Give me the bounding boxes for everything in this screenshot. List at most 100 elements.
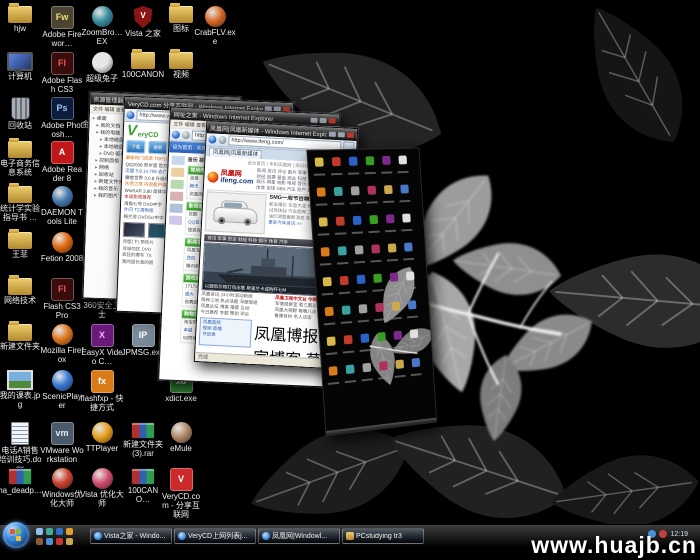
desktop-icon-ScenicPlayer[interactable]: ScenicPlayer xyxy=(40,370,84,410)
maximize-button[interactable] xyxy=(338,132,345,137)
taskbar-button[interactable]: PCstudying tr3 xyxy=(342,528,424,544)
back-button[interactable] xyxy=(172,131,180,139)
desktop-icon-Fetion 2008[interactable]: Fetion 2008 xyxy=(40,232,84,263)
mini-icon-glyph xyxy=(322,277,331,287)
back-button[interactable] xyxy=(208,135,216,143)
search-button[interactable]: 搜索 xyxy=(148,141,167,155)
mini-icon-label xyxy=(369,231,380,234)
mini-icon xyxy=(379,181,397,211)
ifeng-logo[interactable]: 凤凰网 ifeng.com xyxy=(207,169,254,185)
desktop-icon-我的课表.jpg[interactable]: 我的课表.jpg xyxy=(0,370,42,409)
desktop-icon-ZoomBro…EX[interactable]: ZoomBro…EX xyxy=(80,6,124,46)
minimize-button[interactable] xyxy=(311,117,318,122)
desktop-icon-eMule[interactable]: eMule xyxy=(159,422,203,453)
taskbar-button[interactable]: Vista之家 - Windo... xyxy=(90,528,172,544)
mini-icon-label xyxy=(383,201,394,203)
quick-launch-icon[interactable] xyxy=(66,528,73,535)
folder-icon xyxy=(8,186,32,203)
desktop-icon-计算机[interactable]: 计算机 xyxy=(0,52,42,81)
picture-icon xyxy=(7,370,33,390)
video-link[interactable]: 节目表 xyxy=(202,331,248,339)
mini-icon xyxy=(344,153,363,183)
orb-icon xyxy=(92,52,113,73)
desktop-icon-网络技术[interactable]: 网络技术 xyxy=(0,278,42,305)
desktop-icon-超级兔子[interactable]: 超级兔子 xyxy=(80,52,124,83)
icon-label: 我的课表.jpg xyxy=(0,391,42,409)
desktop-icon-统计学实验指导书 …[interactable]: 统计学实验指导书 … xyxy=(0,186,42,222)
maximize-button[interactable] xyxy=(319,117,326,122)
download-button[interactable]: 下载 xyxy=(126,140,145,154)
mini-icon-glyph xyxy=(409,329,418,338)
desktop-icon-Adobe Photosh…[interactable]: PsAdobe Photosh… xyxy=(40,97,84,139)
mini-icon-glyph xyxy=(328,366,337,376)
close-button[interactable] xyxy=(347,132,354,137)
app-icon: IP xyxy=(132,324,155,347)
desktop-icon-hjw[interactable]: hjw xyxy=(0,6,42,33)
mini-icon-label xyxy=(403,258,414,261)
mini-icon xyxy=(377,152,395,182)
back-button[interactable] xyxy=(126,111,134,119)
desktop-icon-Adobe Flash CS3[interactable]: FlAdobe Flash CS3 xyxy=(40,52,84,94)
taskbar-button[interactable]: 凤凰网|Windowl... xyxy=(258,528,340,544)
desktop-icon-电话A销售培训技巧.docx[interactable]: 电话A销售培训技巧.docx xyxy=(0,422,42,474)
mini-icon-label xyxy=(376,347,387,350)
close-button[interactable] xyxy=(328,118,335,123)
mini-icon xyxy=(320,302,339,333)
desktop-icon-TTPlayer[interactable]: TTPlayer xyxy=(80,422,124,453)
minimize-button[interactable] xyxy=(329,131,336,136)
mini-icon-glyph xyxy=(393,331,402,340)
desktop-icon-Adobe Reader 8[interactable]: AAdobe Reader 8 xyxy=(40,141,84,183)
taskbar-button[interactable]: VeryCD上网列表j... xyxy=(174,528,256,544)
desktop-icon-回收站[interactable]: 回收站 xyxy=(0,97,42,130)
forward-button[interactable] xyxy=(218,136,226,144)
folder-icon xyxy=(8,278,32,295)
mini-icon xyxy=(383,239,401,269)
quick-launch-icon[interactable] xyxy=(36,528,43,535)
desktop-icon-VeryCD.com - 分享互联网[interactable]: VVeryCD.com - 分享互联网 xyxy=(159,468,203,520)
mini-icon xyxy=(361,152,380,182)
quick-launch-icon[interactable] xyxy=(56,528,63,535)
desktop-icon-Mozilla Firefox[interactable]: Mozilla Firefox xyxy=(40,324,84,364)
car-photo[interactable] xyxy=(205,191,267,234)
video-box[interactable]: 凤凰宽频视频 直播节目表 xyxy=(199,317,252,348)
desktop-preview-card[interactable] xyxy=(306,147,437,436)
start-button[interactable] xyxy=(3,522,29,548)
news-links-left[interactable]: 凤凰资讯 24小时滚动新闻两岸三地 热点话题 深度报道凤凰论坛 博客 播客 互动… xyxy=(200,291,271,319)
forward-button[interactable] xyxy=(182,131,190,139)
quick-launch-icon[interactable] xyxy=(46,528,53,535)
quick-launch-icon[interactable] xyxy=(66,538,73,545)
desktop-icon-ha_deadp…[interactable]: ha_deadp… xyxy=(0,468,42,495)
mini-icon-glyph xyxy=(383,185,392,194)
desktop-icon-Windows优化大师[interactable]: Windows优化大师 xyxy=(40,468,84,508)
icon-label: eMule xyxy=(159,444,203,453)
desktop-icon-新建文件夹[interactable]: 新建文件夹 xyxy=(0,324,42,351)
mini-icon-label xyxy=(331,173,342,175)
quick-launch-icon[interactable] xyxy=(56,538,63,545)
taskbar-button-label: Vista之家 - Windo... xyxy=(104,531,165,541)
mini-icon-glyph xyxy=(333,187,342,196)
desktop-icon-Vista 优化大师[interactable]: Vista 优化大师 xyxy=(80,468,124,508)
mini-icon xyxy=(396,181,414,211)
mini-icon xyxy=(356,329,375,360)
app-icon: X xyxy=(91,324,114,347)
mini-icon-label xyxy=(389,288,400,291)
desktop-icon-视频[interactable]: 视频 xyxy=(159,52,203,79)
desktop-icon-DAEMON Tools Lite[interactable]: DAEMON Tools Lite xyxy=(40,186,84,226)
desktop-icon-flashfxp - 快捷方式[interactable]: fxflashfxp - 快捷方式 xyxy=(80,370,124,412)
quick-launch-icon[interactable] xyxy=(46,538,53,545)
mini-icon-glyph xyxy=(324,307,333,317)
app-icon: A xyxy=(51,141,74,164)
mini-icon-glyph xyxy=(335,217,344,226)
desktop-icon-Adobe Firewor…[interactable]: FwAdobe Firewor… xyxy=(40,6,84,48)
desktop-icon-王菲[interactable]: 王菲 xyxy=(0,232,42,259)
mini-icon-label xyxy=(333,203,344,205)
thumbnail[interactable] xyxy=(123,222,146,238)
app-icon: Ps xyxy=(51,97,74,120)
desktop-icon-CrabFLV.exe[interactable]: CrabFLV.exe xyxy=(193,6,237,46)
desktop-icon-EasyX Video C…[interactable]: XEasyX Video C… xyxy=(80,324,124,366)
desktop-icon-VMware Workstation[interactable]: vmVMware Workstation xyxy=(40,422,84,464)
desktop-icon-电子商务信息系统[interactable]: 电子商务信息系统 xyxy=(0,141,42,177)
quick-launch-icon[interactable] xyxy=(36,538,43,545)
mini-icon-label xyxy=(360,349,371,352)
desktop-icon-Flash CS3 Pro[interactable]: FlFlash CS3 Pro xyxy=(40,278,84,320)
